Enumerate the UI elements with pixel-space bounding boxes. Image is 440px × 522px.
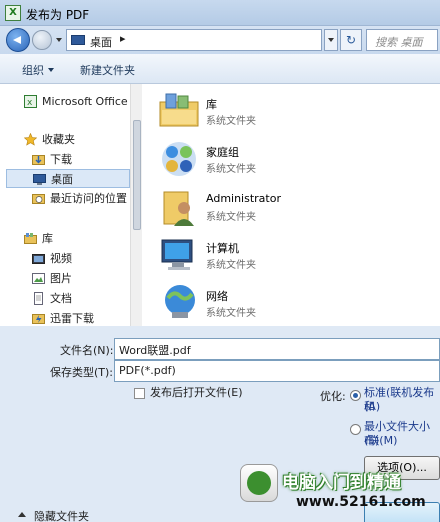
video-icon xyxy=(32,254,45,264)
open-after-publish-label[interactable]: 发布后打开文件(E) xyxy=(150,386,243,400)
sidebar-item-desktop[interactable]: 桌面 xyxy=(6,169,130,188)
hide-folders-toggle[interactable]: 隐藏文件夹 xyxy=(34,508,89,522)
chevron-right-icon[interactable]: ▸ xyxy=(120,32,126,45)
svg-text:x: x xyxy=(27,98,33,108)
desktop-icon xyxy=(71,35,85,45)
list-item-libraries[interactable]: 库 系统文件夹 xyxy=(158,88,428,134)
recent-places-icon xyxy=(32,194,45,204)
sidebar-item-label: 桌面 xyxy=(51,173,73,186)
address-bar[interactable]: 桌面 ▸ xyxy=(66,29,322,51)
user-folder-icon xyxy=(163,191,194,226)
title-bar: X 发布为 PDF xyxy=(0,0,440,26)
organize-button[interactable]: 组织 xyxy=(22,62,54,78)
computer-icon xyxy=(161,239,193,270)
sidebar-scrollbar[interactable] xyxy=(130,84,142,326)
watermark: 电脑入门到精通 www.52161.com xyxy=(236,462,440,522)
organize-label: 组织 xyxy=(22,64,44,77)
sidebar-item-label: 收藏夹 xyxy=(42,133,75,146)
excel-icon: x xyxy=(24,95,37,108)
picture-icon xyxy=(32,273,45,284)
save-type-label: 保存类型(T): xyxy=(50,366,114,379)
library-icon xyxy=(159,93,199,127)
star-icon xyxy=(24,133,37,146)
download-folder-icon xyxy=(32,155,45,165)
command-toolbar: 组织 新建文件夹 xyxy=(0,54,440,84)
list-item-network[interactable]: 网络 系统文件夹 xyxy=(158,280,428,326)
optimize-standard-radio[interactable] xyxy=(350,390,361,401)
sidebar-item-label: 图片 xyxy=(50,272,72,285)
sidebar-item-favorites[interactable]: 收藏夹 xyxy=(24,130,130,149)
navigation-pane: x Microsoft Office 收藏夹 下载 桌面 最近访问的位置 库 视… xyxy=(0,84,142,326)
filename-label: 文件名(N): xyxy=(60,344,114,357)
sidebar-item-label: 库 xyxy=(42,232,53,245)
sidebar-item-microsoft-office[interactable]: x Microsoft Office xyxy=(24,92,130,111)
file-name: 家庭组 xyxy=(206,146,239,159)
optimize-minimum-size-radio[interactable] xyxy=(350,424,361,435)
back-arrow-icon[interactable] xyxy=(6,28,30,52)
window-title: 发布为 PDF xyxy=(26,8,90,22)
file-name: 库 xyxy=(206,98,217,111)
forward-arrow-icon[interactable] xyxy=(32,30,52,50)
network-icon xyxy=(165,285,195,318)
watermark-logo-icon xyxy=(240,464,278,502)
homegroup-icon xyxy=(162,142,196,176)
sidebar-item-label: 视频 xyxy=(50,252,72,265)
desktop-icon xyxy=(33,174,46,185)
sidebar-item-recent-places[interactable]: 最近访问的位置 xyxy=(32,189,130,208)
optimize-standard-label-line2[interactable]: (A) xyxy=(364,400,380,414)
excel-icon: X xyxy=(5,5,21,21)
list-item-administrator[interactable]: Administrator 系统文件夹 xyxy=(158,184,428,230)
watermark-title: 电脑入门到精通 xyxy=(282,473,401,493)
sidebar-item-label: 最近访问的位置 xyxy=(50,192,127,205)
sidebar-item-label: Microsoft Office xyxy=(42,95,128,108)
library-icon xyxy=(24,233,37,244)
save-type-select[interactable]: PDF(*.pdf) xyxy=(114,360,440,382)
sidebar-item-pictures[interactable]: 图片 xyxy=(32,269,130,288)
file-type: 系统文件夹 xyxy=(206,116,256,127)
search-placeholder: 搜索 桌面 xyxy=(375,36,423,49)
list-item-homegroup[interactable]: 家庭组 系统文件夹 xyxy=(158,136,428,182)
thunder-download-icon xyxy=(32,314,45,324)
open-after-publish-checkbox[interactable] xyxy=(134,388,145,399)
file-list: 库 系统文件夹 家庭组 系统文件夹 Administrator 系统文件夹 计算… xyxy=(142,84,440,326)
address-location: 桌面 xyxy=(90,36,112,49)
file-type: 系统文件夹 xyxy=(206,308,256,319)
sidebar-item-libraries[interactable]: 库 xyxy=(24,229,130,248)
sidebar-item-downloads[interactable]: 下载 xyxy=(32,150,130,169)
sidebar-item-label: 文档 xyxy=(50,292,72,305)
sidebar-scrollbar-thumb[interactable] xyxy=(133,120,141,230)
file-name: 网络 xyxy=(206,290,228,303)
sidebar-item-label: 下载 xyxy=(50,153,72,166)
watermark-url: www.52161.com xyxy=(296,494,426,510)
filename-field[interactable]: Word联盟.pdf xyxy=(114,338,440,360)
list-item-computer[interactable]: 计算机 系统文件夹 xyxy=(158,232,428,278)
search-input[interactable]: 搜索 桌面 xyxy=(366,29,438,51)
refresh-icon[interactable]: ↻ xyxy=(340,29,362,51)
address-dropdown-button[interactable] xyxy=(324,29,338,51)
sidebar-item-documents[interactable]: 文档 xyxy=(32,289,130,308)
address-row: 桌面 ▸ ↻ 搜索 桌面 xyxy=(0,26,440,54)
chevron-down-icon xyxy=(48,68,54,72)
history-dropdown-icon[interactable] xyxy=(56,38,62,42)
sidebar-item-videos[interactable]: 视频 xyxy=(32,249,130,268)
file-type: 系统文件夹 xyxy=(206,164,256,175)
file-type: 系统文件夹 xyxy=(206,260,256,271)
file-name: 计算机 xyxy=(206,242,239,255)
document-icon xyxy=(34,292,43,305)
optimize-minimum-size-label-line2[interactable]: 布)(M) xyxy=(364,434,397,448)
new-folder-button[interactable]: 新建文件夹 xyxy=(80,62,135,78)
optimize-label: 优化: xyxy=(320,390,346,403)
file-name: Administrator xyxy=(206,192,281,205)
chevron-up-icon[interactable] xyxy=(18,512,26,517)
file-type: 系统文件夹 xyxy=(206,212,256,223)
